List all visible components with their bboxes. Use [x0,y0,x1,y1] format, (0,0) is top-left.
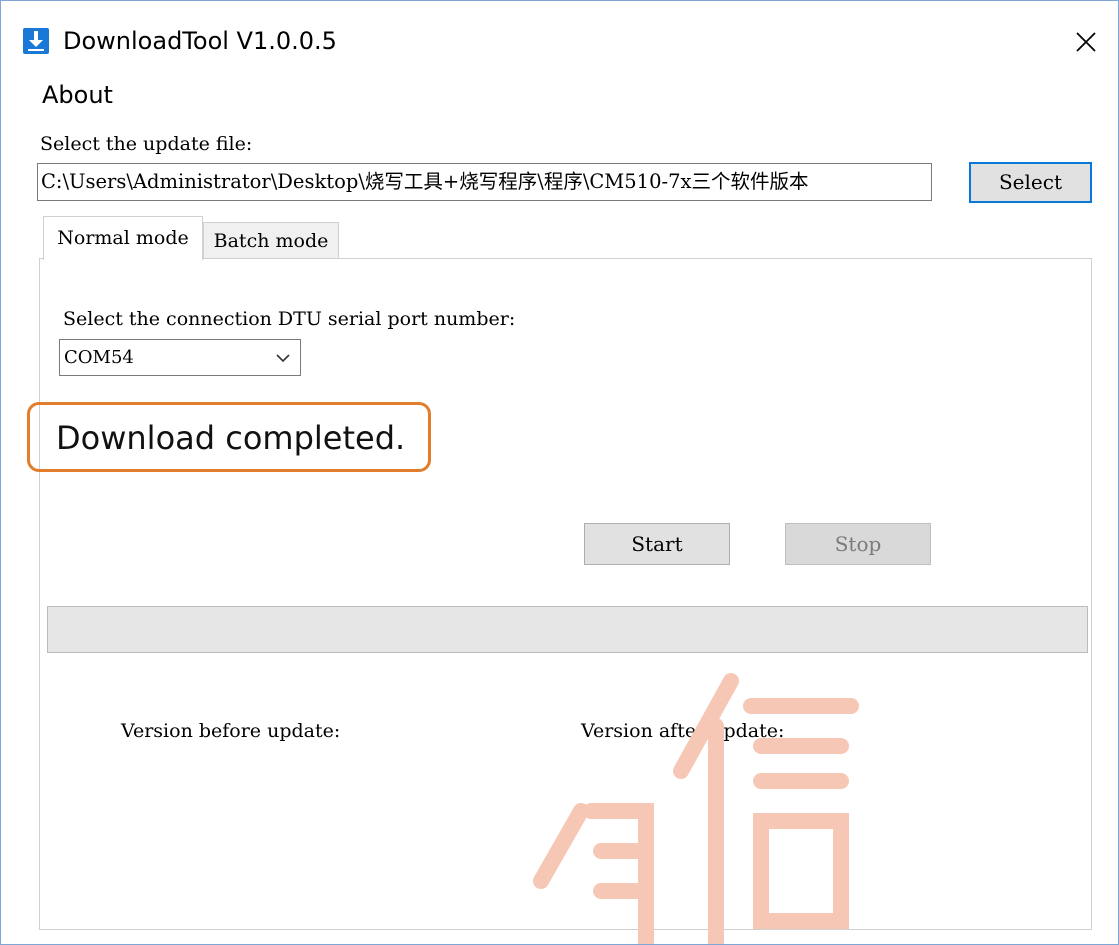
title-bar: DownloadTool V1.0.0.5 [1,1,1118,61]
select-file-button[interactable]: Select [969,162,1092,203]
menu-item-about[interactable]: About [42,81,113,109]
app-window: DownloadTool V1.0.0.5 About Select the u… [0,0,1119,945]
serial-port-label: Select the connection DTU serial port nu… [63,308,516,330]
tab-batch-mode[interactable]: Batch mode [203,222,339,258]
version-after-label: Version after update: [581,720,785,742]
download-status-text: Download completed. [56,419,406,457]
close-icon [1076,32,1096,52]
tab-normal-mode[interactable]: Normal mode [43,216,203,260]
start-button[interactable]: Start [584,523,730,565]
chevron-down-icon [276,354,290,363]
serial-port-select[interactable]: COM54 [59,339,301,376]
download-icon [23,28,49,54]
serial-port-value: COM54 [64,347,134,368]
window-title: DownloadTool V1.0.0.5 [63,27,337,55]
update-file-label: Select the update file: [40,133,253,155]
stop-button[interactable]: Stop [785,523,931,565]
download-progress-bar [47,606,1088,653]
update-file-path-field[interactable]: C:\Users\Administrator\Desktop\烧写工具+烧写程序… [37,163,932,201]
close-button[interactable] [1061,19,1111,65]
version-before-label: Version before update: [121,720,341,742]
